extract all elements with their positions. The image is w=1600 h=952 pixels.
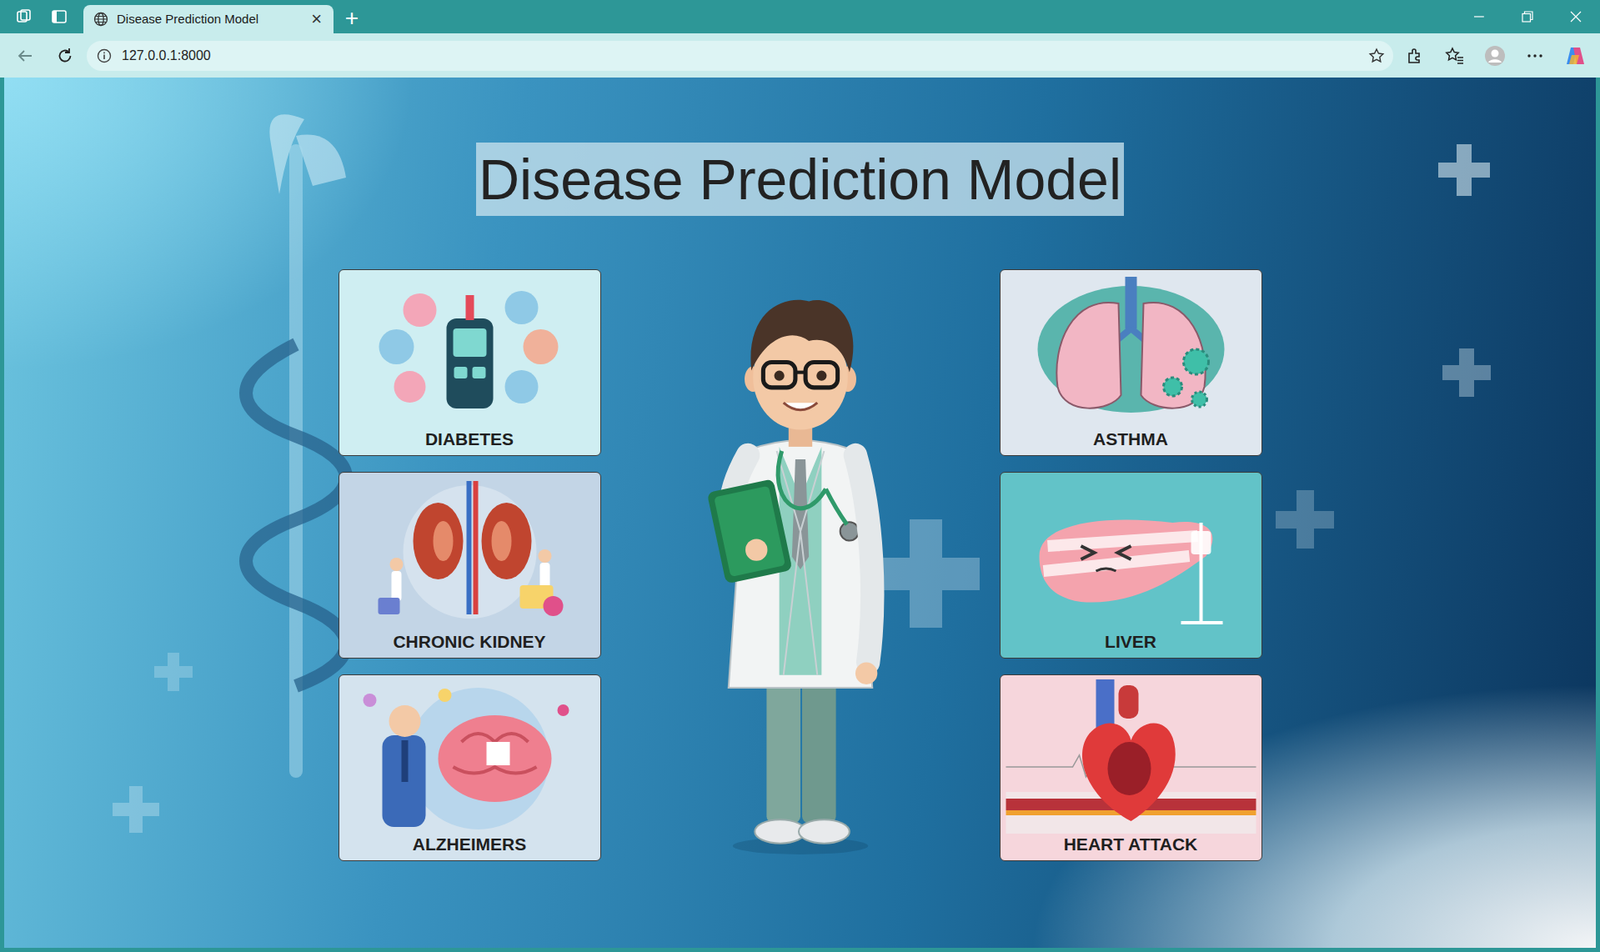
page-content: Disease Prediction Model DIABETES CHRONIC … [4, 77, 1596, 862]
tab-title: Disease Prediction Model [116, 10, 259, 30]
disease-label: ASTHMA [1000, 428, 1262, 453]
cross-decoration [1438, 144, 1490, 196]
disease-label: DIABETES [339, 428, 601, 453]
profile-icon[interactable] [1476, 39, 1514, 73]
workspaces-icon[interactable] [6, 0, 42, 34]
alzheimers-illustration-icon [339, 675, 601, 834]
cross-decoration [1442, 348, 1491, 397]
browser-window: Disease Prediction Model × + 127.0.0.1:800… [0, 0, 1600, 952]
info-icon[interactable] [96, 48, 112, 64]
favorites-icon[interactable] [1436, 39, 1474, 73]
disease-label: CHRONIC KIDNEY [339, 631, 601, 656]
globe-icon [93, 11, 109, 27]
more-icon[interactable] [1516, 39, 1554, 73]
diabetes-illustration-icon [339, 270, 601, 429]
tab-close-button[interactable]: × [307, 10, 326, 29]
close-window-icon[interactable] [1551, 0, 1600, 34]
cross-decoration [154, 652, 193, 692]
disease-card[interactable]: HEART ATTACK [999, 674, 1263, 862]
card-column: ASTHMA LIVER HEART ATTACK [999, 269, 1263, 862]
tab-actions-icon[interactable] [41, 0, 77, 34]
disease-card[interactable]: ASTHMA [999, 269, 1263, 457]
card-column: DIABETES CHRONIC KIDNEY ALZHEIMERS [338, 269, 602, 862]
star-icon[interactable] [1368, 45, 1385, 66]
doctor-area [601, 269, 1000, 862]
cross-decoration [1275, 490, 1335, 549]
minimize-icon[interactable] [1454, 0, 1504, 34]
disease-card[interactable]: DIABETES [338, 269, 602, 457]
heart-illustration-icon [1000, 675, 1262, 834]
toolbar: 127.0.0.1:8000 [0, 33, 1600, 78]
disease-card[interactable]: CHRONIC KIDNEY [338, 471, 602, 659]
new-tab-button[interactable]: + [333, 3, 371, 34]
disease-grid: DIABETES CHRONIC KIDNEY ALZHEIMERS ASTHMA LI… [338, 269, 1263, 862]
disease-label: LIVER [1000, 631, 1262, 656]
back-arrow-icon[interactable] [6, 39, 44, 73]
disease-card[interactable]: ALZHEIMERS [338, 674, 602, 862]
restore-icon[interactable] [1503, 0, 1552, 34]
address-field[interactable]: 127.0.0.1:8000 [86, 40, 1394, 71]
disease-card[interactable]: LIVER [999, 471, 1263, 659]
asthma-illustration-icon [1000, 270, 1262, 429]
disease-label: ALZHEIMERS [339, 833, 601, 858]
refresh-icon[interactable] [46, 39, 84, 73]
extensions-icon[interactable] [1396, 39, 1434, 73]
url-text[interactable]: 127.0.0.1:8000 [121, 45, 1359, 66]
web-page: Disease Prediction Model DIABETES CHRONIC … [4, 77, 1596, 948]
kidney-illustration-icon [339, 472, 601, 632]
disease-label: HEART ATTACK [1000, 833, 1262, 858]
tab-strip: Disease Prediction Model × + [0, 0, 1600, 34]
liver-illustration-icon [1000, 472, 1262, 632]
browser-tab[interactable]: Disease Prediction Model × [83, 5, 334, 34]
page-title: Disease Prediction Model [476, 142, 1124, 216]
copilot-icon[interactable] [1556, 39, 1594, 73]
cross-decoration [871, 519, 980, 628]
cross-decoration [112, 786, 160, 833]
window-controls [1454, 0, 1600, 34]
doctor-icon [696, 277, 905, 862]
